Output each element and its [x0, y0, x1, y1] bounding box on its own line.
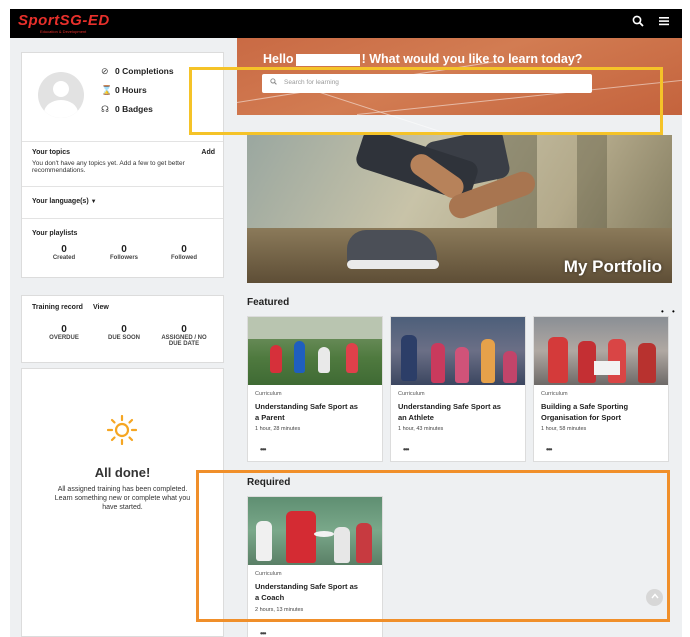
more-options-icon[interactable]: •••	[260, 629, 266, 637]
all-done-message: All assigned training has been completed…	[54, 486, 191, 511]
redacted-username	[295, 53, 360, 66]
training-assigned[interactable]: 0 ASSIGNED / NO DUE DATE	[154, 324, 214, 347]
more-options-icon[interactable]: •••	[403, 445, 409, 454]
topics-title: Your topics	[32, 149, 70, 156]
course-thumbnail	[248, 317, 382, 385]
greeting-question: ! What would you like to learn today?	[361, 52, 583, 66]
course-title: Understanding Safe Sport as a Parent	[255, 402, 358, 422]
featured-title: Featured	[247, 297, 290, 308]
greeting: Hello ! What would you like to learn toda…	[263, 52, 582, 66]
all-done-card: All done! All assigned training has been…	[21, 368, 224, 637]
course-category: Curriculum	[398, 391, 425, 397]
check-circle-icon: ⊘	[101, 66, 109, 76]
logo-subtitle: Education & Development	[40, 29, 87, 34]
course-duration: 1 hour, 43 minutes	[398, 426, 444, 432]
avatar[interactable]	[38, 72, 84, 118]
training-due-soon[interactable]: 0 DUE SOON	[94, 324, 154, 341]
carousel-dots[interactable]: • •	[661, 307, 678, 316]
course-duration: 1 hour, 58 minutes	[541, 426, 587, 432]
stat-completions: ⊘ 0 Completions	[101, 66, 174, 76]
course-card-organisation[interactable]: Curriculum Building a Safe Sporting Organ…	[533, 316, 669, 462]
logo[interactable]: SportSG-ED	[18, 12, 110, 29]
course-card-parent[interactable]: Curriculum Understanding Safe Sport as a …	[247, 316, 383, 462]
hamburger-menu-icon[interactable]	[658, 15, 670, 30]
training-overdue[interactable]: 0 OVERDUE	[34, 324, 94, 341]
language-selector[interactable]: Your language(s) ▼	[32, 198, 97, 205]
top-bar: SportSG-ED Education & Development	[10, 9, 682, 38]
course-category: Curriculum	[255, 391, 282, 397]
topics-add-link[interactable]: Add	[201, 149, 215, 156]
required-highlight-box	[196, 470, 670, 622]
stat-hours: ⌛ 0 Hours	[101, 85, 147, 95]
app-frame: SportSG-ED Education & Development Hello…	[10, 9, 682, 637]
playlists-followers[interactable]: 0 Followers	[94, 244, 154, 261]
training-record-title: Training record	[32, 304, 83, 311]
training-record-card: Training record View 0 OVERDUE 0 DUE SOON …	[21, 295, 224, 363]
playlists-followed[interactable]: 0 Followed	[154, 244, 214, 261]
badge-icon: ☊	[101, 104, 109, 114]
course-category: Curriculum	[541, 391, 568, 397]
search-icon[interactable]	[632, 15, 644, 30]
stat-badges: ☊ 0 Badges	[101, 104, 153, 114]
portfolio-banner[interactable]: My Portfolio	[247, 135, 672, 283]
course-thumbnail	[534, 317, 668, 385]
playlists-title: Your playlists	[32, 230, 78, 237]
topics-empty-text: You don't have any topics yet. Add a few…	[32, 160, 185, 174]
course-duration: 1 hour, 28 minutes	[255, 426, 301, 432]
hourglass-icon: ⌛	[101, 85, 113, 95]
chevron-up-icon	[650, 593, 659, 599]
search-highlight-box	[189, 67, 663, 135]
portfolio-title: My Portfolio	[563, 257, 662, 276]
course-card-athlete[interactable]: Curriculum Understanding Safe Sport as an…	[390, 316, 526, 462]
sun-icon	[107, 415, 137, 445]
playlists-created[interactable]: 0 Created	[34, 244, 94, 261]
more-options-icon[interactable]: •••	[546, 445, 552, 454]
all-done-title: All done!	[94, 465, 151, 480]
chevron-down-icon: ▼	[90, 199, 97, 205]
course-thumbnail	[391, 317, 525, 385]
more-options-icon[interactable]: •••	[260, 445, 266, 454]
scroll-to-top-button[interactable]	[646, 589, 663, 606]
course-title: Building a Safe Sporting Organisation for…	[541, 402, 629, 422]
greeting-hello: Hello	[263, 52, 294, 66]
course-title: Understanding Safe Sport as an Athlete	[398, 402, 501, 422]
training-view-link[interactable]: View	[93, 304, 109, 311]
